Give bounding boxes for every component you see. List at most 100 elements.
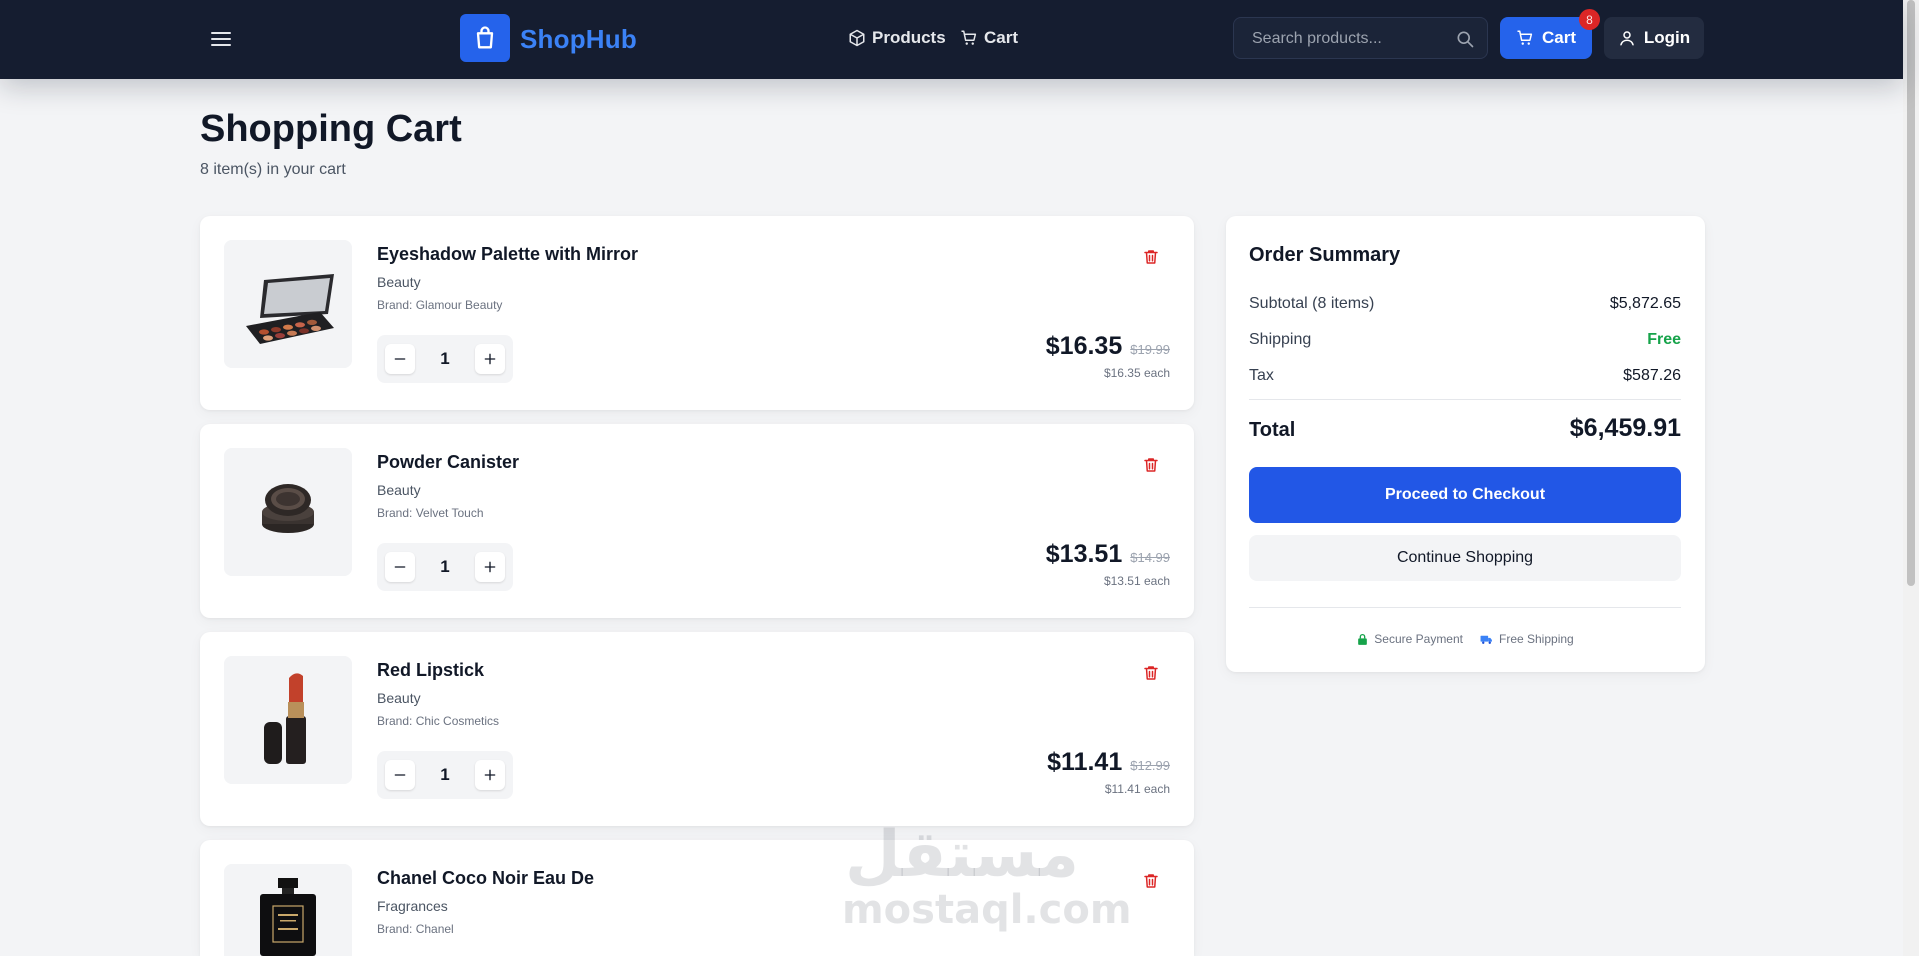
plus-icon [484, 769, 496, 781]
order-summary-panel: Order Summary Subtotal (8 items) $5,872.… [1226, 216, 1705, 672]
total-row: Total $6,459.91 [1249, 414, 1681, 443]
cart-item-card: Eyeshadow Palette with Mirror Beauty Bra… [200, 216, 1194, 410]
item-price: $16.35 [1045, 332, 1123, 360]
remove-item-trash-icon[interactable] [1142, 872, 1160, 890]
quantity-stepper: 1 [377, 543, 513, 591]
quantity-value: 1 [440, 557, 450, 576]
cart-icon [961, 30, 977, 45]
product-brand: Brand: Velvet Touch [377, 506, 484, 520]
login-button-label: Login [1643, 28, 1691, 47]
tax-row: Tax $587.26 [1249, 367, 1681, 385]
summary-divider [1249, 399, 1681, 400]
nav-link-products-label: Products [872, 28, 946, 47]
product-category: Beauty [377, 274, 421, 290]
quantity-value: 1 [440, 765, 450, 784]
item-price: $11.41 [1047, 748, 1123, 776]
increase-quantity-button[interactable] [475, 344, 505, 374]
hamburger-menu-icon[interactable] [209, 27, 233, 51]
original-price: $14.99 [1130, 550, 1170, 565]
summary-divider [1249, 607, 1681, 608]
increase-quantity-button[interactable] [475, 760, 505, 790]
nav-link-cart-label: Cart [984, 28, 1019, 47]
watermark-arabic-text: مستقل [844, 818, 1080, 892]
product-image-powder-canister[interactable] [224, 448, 352, 576]
cart-button[interactable]: Cart [1500, 17, 1592, 59]
user-icon [1620, 31, 1634, 46]
product-name[interactable]: Eyeshadow Palette with Mirror [377, 244, 638, 265]
plus-icon [484, 561, 496, 573]
continue-shopping-button[interactable]: Continue Shopping [1249, 535, 1681, 581]
remove-item-trash-icon[interactable] [1142, 664, 1160, 682]
unit-price: $11.41 each [1104, 782, 1170, 796]
page-title: Shopping Cart [200, 108, 462, 150]
quantity-stepper: 1 [377, 335, 513, 383]
decrease-quantity-button[interactable] [385, 760, 415, 790]
watermark-latin-text: mostaql.com [842, 887, 1132, 933]
price-group: $13.51 $14.99 [1046, 540, 1170, 569]
free-shipping-badge: Free Shipping [1479, 632, 1574, 646]
product-brand: Brand: Glamour Beauty [377, 298, 503, 312]
product-image-red-lipstick[interactable] [224, 656, 352, 784]
price-group: $11.41 $12.99 [1047, 748, 1170, 777]
cart-icon [1517, 30, 1533, 45]
mostaql-watermark: مستقل mostaql.com [842, 818, 1132, 940]
original-price: $19.99 [1130, 342, 1170, 357]
nav-link-cart[interactable]: Cart [960, 28, 1018, 48]
lock-icon [1358, 633, 1368, 645]
product-name[interactable]: Chanel Coco Noir Eau De [377, 868, 594, 889]
search-input[interactable] [1250, 18, 1454, 60]
secure-payment-label: Secure Payment [1374, 632, 1463, 646]
decrease-quantity-button[interactable] [385, 552, 415, 582]
product-brand: Brand: Chic Cosmetics [377, 714, 500, 728]
product-name[interactable]: Powder Canister [377, 452, 519, 473]
shopping-bag-logo-icon[interactable] [460, 14, 510, 62]
shipping-label: Shipping [1249, 331, 1312, 348]
trust-badges: Secure Payment Free Shipping [1249, 632, 1681, 646]
product-category: Beauty [377, 482, 421, 498]
brand-name[interactable]: ShopHub [520, 24, 637, 55]
product-brand: Brand: Chanel [377, 922, 454, 936]
minus-icon [394, 774, 406, 776]
secure-payment-badge: Secure Payment [1356, 632, 1463, 646]
original-price: $12.99 [1130, 758, 1170, 773]
scrollbar-thumb[interactable] [1907, 0, 1915, 586]
unit-price: $16.35 each [1103, 366, 1170, 380]
box-icon [849, 29, 865, 47]
subtotal-row: Subtotal (8 items) $5,872.65 [1249, 295, 1681, 313]
free-shipping-label: Free Shipping [1499, 632, 1574, 646]
item-price: $13.51 [1045, 540, 1123, 568]
cart-item-card: Powder Canister Beauty Brand: Velvet Tou… [200, 424, 1194, 618]
subtotal-value: $5,872.65 [1609, 295, 1681, 312]
tax-value: $587.26 [1623, 367, 1681, 384]
page-scrollbar[interactable] [1903, 0, 1919, 956]
cart-count-badge: 8 [1579, 9, 1600, 30]
truck-icon [1480, 635, 1492, 644]
unit-price: $13.51 each [1103, 574, 1170, 588]
search-icon[interactable] [1455, 29, 1475, 49]
search-box [1233, 17, 1488, 60]
product-image-eyeshadow-palette[interactable] [224, 240, 352, 368]
remove-item-trash-icon[interactable] [1142, 456, 1160, 474]
cart-item-count: 8 item(s) in your cart [200, 161, 346, 178]
minus-icon [394, 566, 406, 568]
shipping-row: Shipping Free [1249, 331, 1681, 349]
tax-label: Tax [1249, 367, 1274, 384]
decrease-quantity-button[interactable] [385, 344, 415, 374]
proceed-to-checkout-button[interactable]: Proceed to Checkout [1249, 467, 1681, 523]
increase-quantity-button[interactable] [475, 552, 505, 582]
product-category: Fragrances [377, 898, 448, 914]
shipping-value: Free [1647, 331, 1681, 348]
total-value: $6,459.91 [1569, 414, 1681, 442]
order-summary-title: Order Summary [1249, 244, 1401, 266]
price-group: $16.35 $19.99 [1046, 332, 1170, 361]
cart-button-label: Cart [1541, 28, 1576, 47]
remove-item-trash-icon[interactable] [1142, 248, 1160, 266]
product-name[interactable]: Red Lipstick [377, 660, 484, 681]
plus-icon [484, 353, 496, 365]
product-image-chanel-coco-noir[interactable] [224, 864, 352, 956]
product-category: Beauty [377, 690, 421, 706]
login-button[interactable]: Login [1604, 17, 1704, 59]
top-navbar: ShopHub Products Cart Cart 8 Login [0, 0, 1903, 79]
total-label: Total [1249, 419, 1296, 441]
nav-link-products[interactable]: Products [848, 28, 946, 48]
